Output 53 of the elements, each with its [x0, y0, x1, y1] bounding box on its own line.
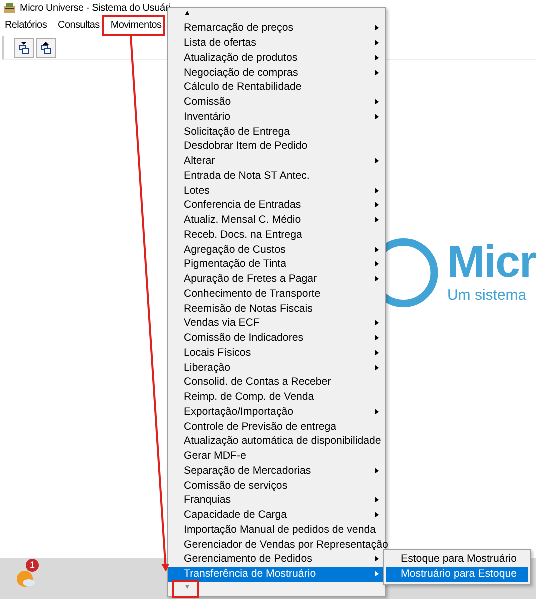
menu-bar-item[interactable]: Relatórios — [5, 17, 48, 35]
menu-item[interactable]: Capacidade de Carga — [168, 508, 385, 522]
toolbar-button[interactable] — [14, 38, 34, 58]
menu-item[interactable]: Atualiz. Mensal C. Médio — [168, 212, 385, 228]
menu-item[interactable]: Controle de Previsão de entrega — [168, 419, 385, 434]
notification-badge: 1 — [26, 558, 39, 572]
menu-item[interactable]: Franquias — [168, 493, 385, 508]
menu-item[interactable]: Importação Manual de pedidos de venda — [168, 522, 385, 538]
toolbar-button[interactable] — [36, 38, 56, 58]
menu-item[interactable]: Desdobrar Item de Pedido — [168, 139, 385, 154]
menu-item[interactable]: Apuração de Fretes a Pagar — [168, 272, 385, 286]
menu-item[interactable]: Lotes — [168, 183, 385, 198]
highlight-frame — [102, 16, 166, 36]
menu-item[interactable]: Agregação de Custos — [168, 242, 385, 257]
menu-item[interactable]: Liberação — [168, 360, 385, 375]
move-down-icon — [18, 40, 30, 54]
menu-item[interactable]: Solicitação de Entrega — [168, 124, 385, 139]
menu-item[interactable]: Alterar — [168, 154, 385, 168]
menu-item[interactable]: Conhecimento de Transporte — [168, 286, 385, 302]
weather-icon[interactable] — [16, 568, 36, 588]
menu-item[interactable]: Entrada de Nota ST Antec. — [168, 168, 385, 184]
menu-item[interactable]: Reimp. de Comp. de Venda — [168, 390, 385, 404]
menu-bar-item[interactable]: Movimentos — [110, 17, 162, 35]
menu-item[interactable]: Gerar MDF-e — [168, 448, 385, 464]
menu-item[interactable]: Remarcação de preços — [168, 21, 385, 36]
logo-tagline: Um sistema — [447, 286, 528, 306]
menu-item[interactable]: Comissão — [168, 94, 385, 110]
menu-item[interactable]: Conferencia de Entradas — [168, 198, 385, 213]
menu-item[interactable]: Consolid. de Contas a Receber — [168, 375, 385, 390]
logo-name: Micr — [447, 239, 536, 285]
menu-item[interactable]: Gerenciamento de Pedidos — [168, 552, 385, 567]
menu-item[interactable]: Estoque para Mostruário — [386, 552, 528, 567]
menu-item[interactable]: Mostruário para Estoque — [386, 567, 528, 582]
menu-item[interactable]: Cálculo de Rentabilidade — [168, 80, 385, 95]
menu-item[interactable]: Atualização automática de disponibilidade — [168, 434, 385, 449]
menu-item[interactable]: Exportação/Importação — [168, 404, 385, 420]
move-up-icon — [40, 40, 52, 54]
menu-item[interactable]: Atualização de produtos — [168, 50, 385, 66]
menu-item[interactable]: Comissão de Indicadores — [168, 330, 385, 346]
menu-item[interactable]: Receb. Docs. na Entrega — [168, 228, 385, 242]
menu-item[interactable]: Transferência de Mostruário — [168, 566, 385, 582]
menu-bar-item[interactable]: Consultas — [58, 17, 100, 35]
menu-item[interactable]: Locais Físicos — [168, 346, 385, 360]
menu-item[interactable]: Negociação de compras — [168, 65, 385, 80]
menu-item[interactable]: Pigmentação de Tinta — [168, 257, 385, 272]
menu-item[interactable]: Comissão de serviços — [168, 478, 385, 493]
highlight-frame — [172, 580, 200, 598]
app-icon — [3, 2, 16, 14]
menu-item[interactable]: Vendas via ECF — [168, 316, 385, 331]
menu-item[interactable]: Reemisão de Notas Fiscais — [168, 301, 385, 316]
menu-item[interactable]: Inventário — [168, 110, 385, 124]
menu-item[interactable]: Lista de ofertas — [168, 36, 385, 50]
menu-item[interactable]: Separação de Mercadorias — [168, 464, 385, 478]
